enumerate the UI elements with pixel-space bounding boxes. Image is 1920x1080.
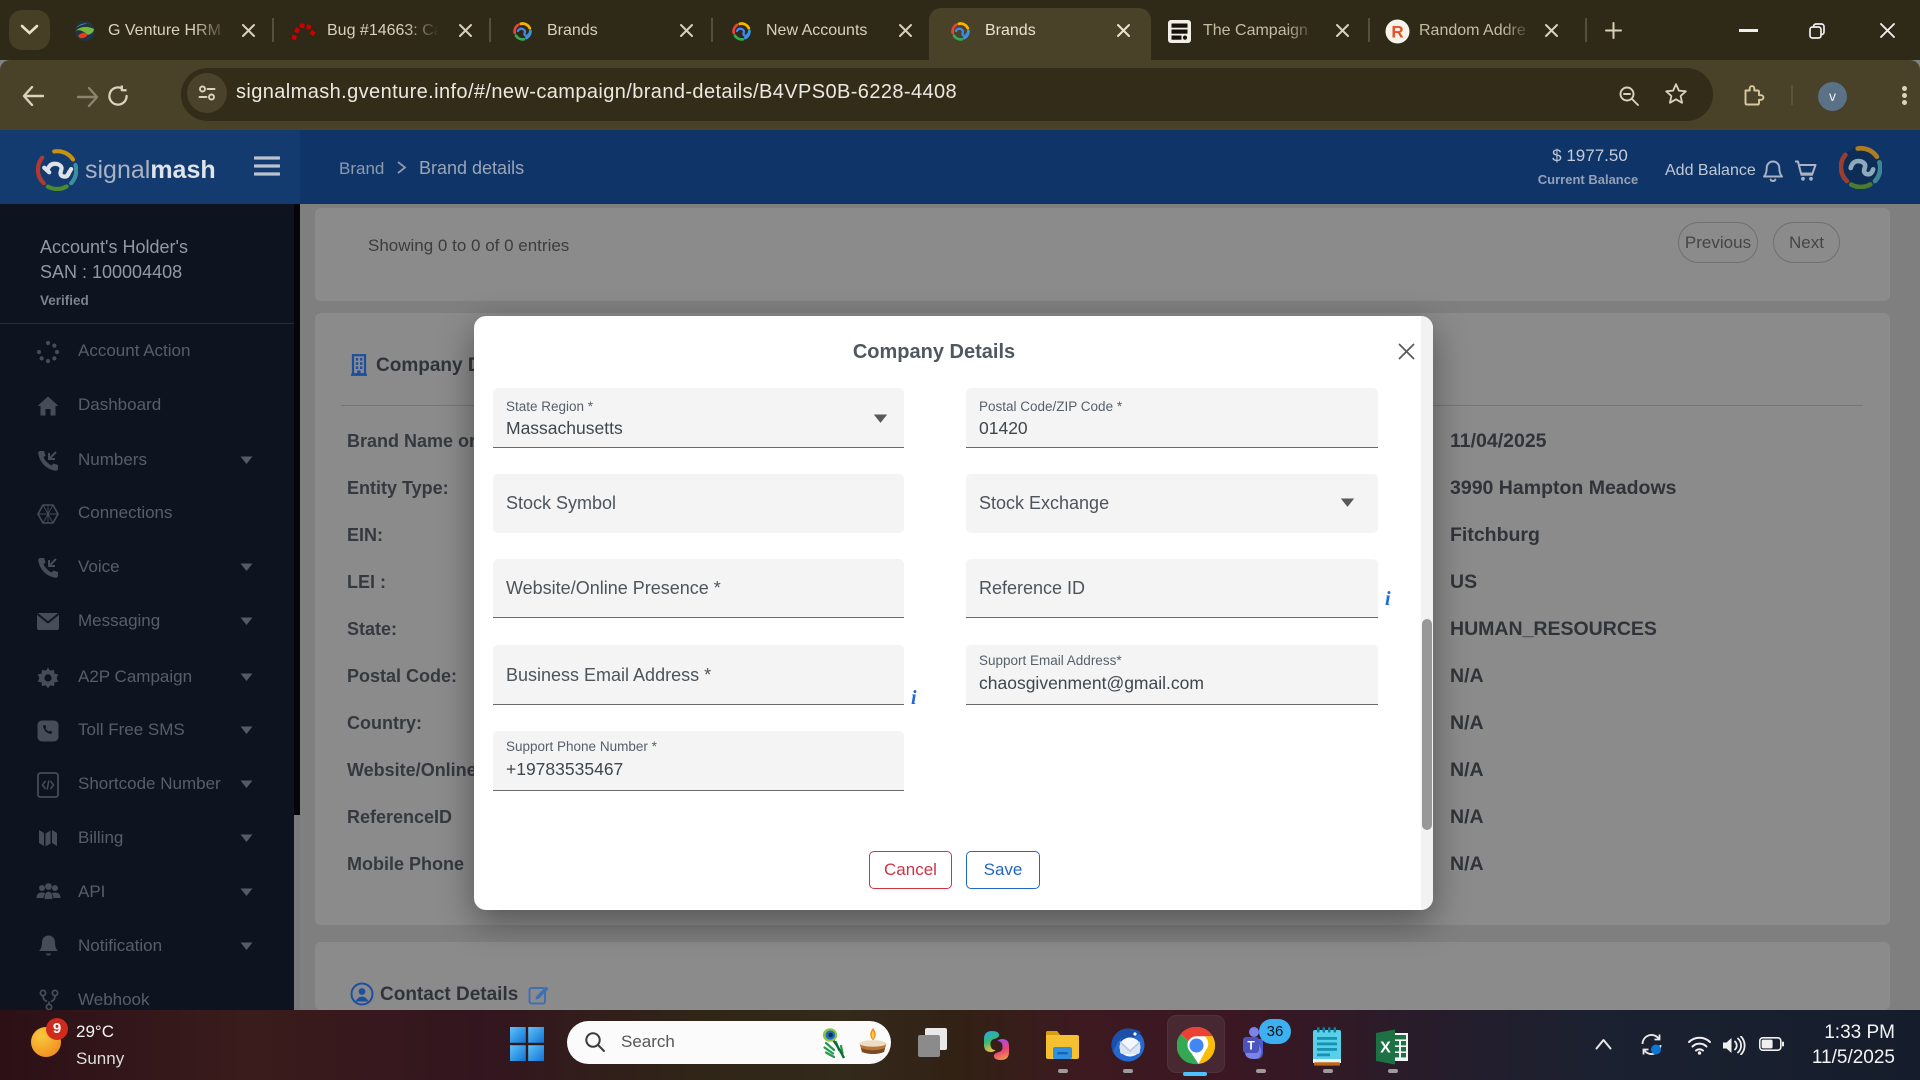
svg-text:R: R xyxy=(1391,23,1403,42)
svg-text:X: X xyxy=(1380,1040,1391,1057)
svg-text:T: T xyxy=(1247,1039,1255,1053)
